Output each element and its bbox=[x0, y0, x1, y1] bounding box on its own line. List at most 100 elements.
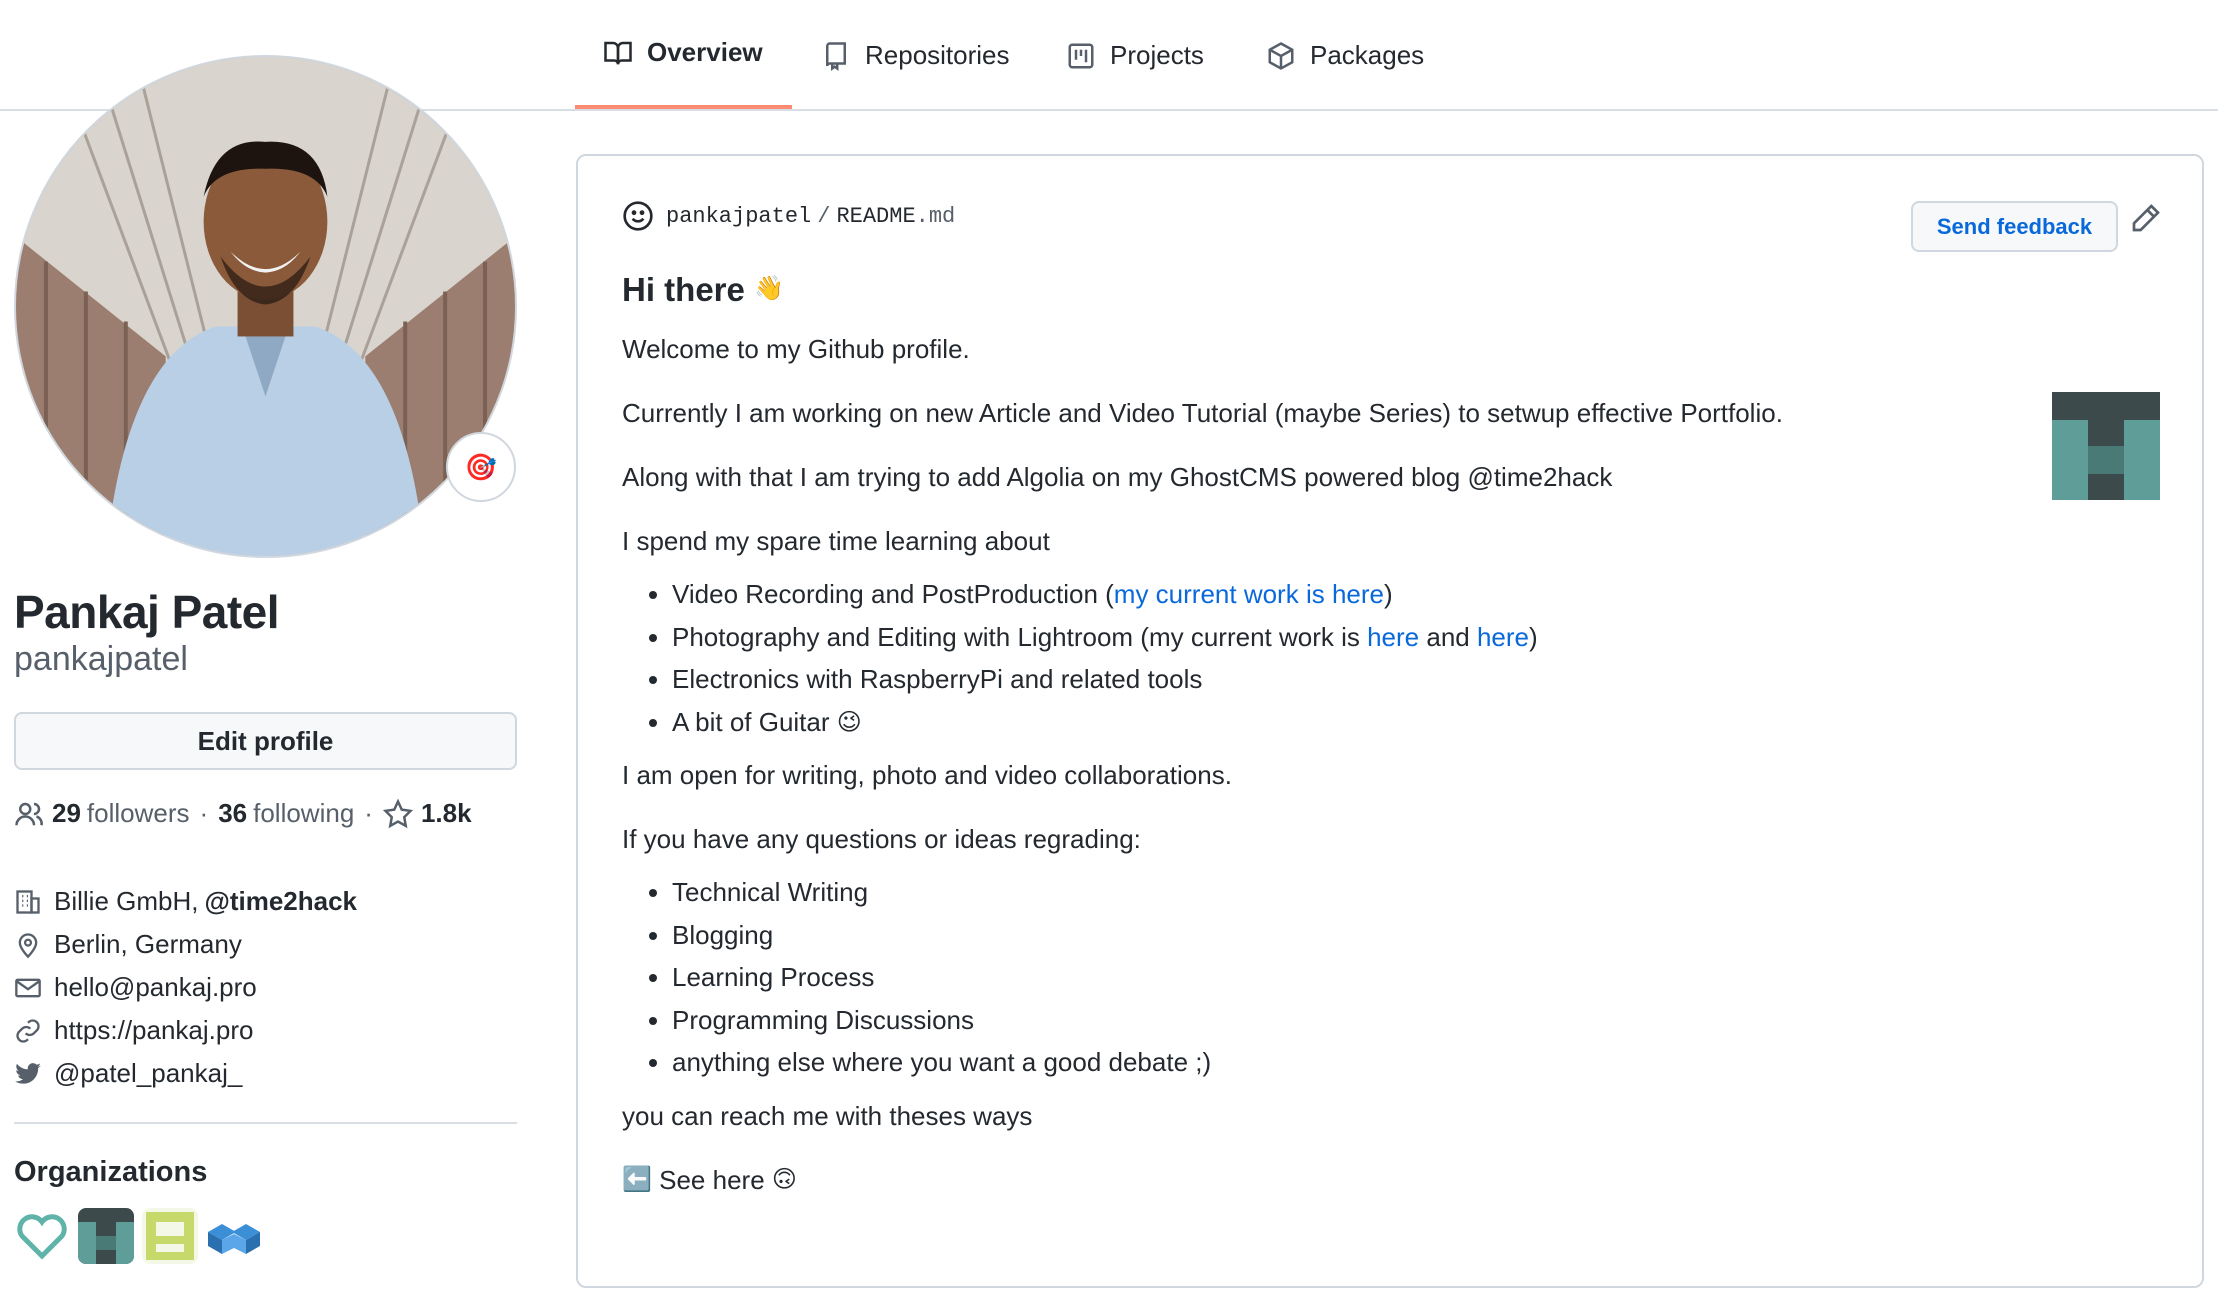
profile-username: pankajpatel bbox=[14, 640, 188, 678]
back-arrow-emoji-icon: ⬅️ bbox=[622, 1165, 652, 1193]
edit-profile-button[interactable]: Edit profile bbox=[14, 712, 517, 770]
see-here-text: See here bbox=[659, 1164, 765, 1195]
readme-file-ext: .md bbox=[915, 203, 956, 229]
list-item: Blogging bbox=[672, 914, 2042, 957]
profile-twitter: @patel_pankaj_ bbox=[14, 1052, 357, 1095]
profile-full-name: Pankaj Patel bbox=[14, 586, 280, 638]
time2hack-org-logo[interactable] bbox=[78, 1208, 134, 1264]
profile-website: https://pankaj.pro bbox=[14, 1009, 357, 1052]
following-label: following bbox=[253, 798, 355, 828]
readme-paragraph: If you have any questions or ideas regra… bbox=[622, 824, 1141, 854]
tab-repositories[interactable]: Repositories bbox=[793, 0, 1038, 111]
company-handle-link[interactable]: @time2hack bbox=[204, 886, 357, 917]
readme-paragraph: I spend my spare time learning about bbox=[622, 526, 1050, 556]
organizations-list bbox=[14, 1208, 262, 1264]
tab-overview[interactable]: Overview bbox=[575, 0, 792, 109]
location-icon bbox=[18, 932, 38, 958]
separator-dot: · bbox=[199, 798, 209, 828]
star-icon bbox=[382, 798, 413, 828]
following-count: 36 bbox=[218, 798, 248, 828]
tab-projects-label: Projects bbox=[1110, 40, 1204, 70]
company-name: Billie GmbH, bbox=[54, 886, 199, 916]
avatar-photo bbox=[16, 57, 515, 556]
list-item: Programming Discussions bbox=[672, 999, 2042, 1042]
readme-see-here: ⬅️ See here 🙃 bbox=[622, 1148, 2042, 1212]
pixel-org-logo[interactable] bbox=[142, 1208, 198, 1264]
list-item: Video Recording and PostProduction (my c… bbox=[672, 573, 2042, 616]
upside-down-emoji-icon: 🙃 bbox=[771, 1165, 797, 1193]
package-icon bbox=[1268, 41, 1294, 70]
profile-avatar[interactable] bbox=[14, 55, 517, 558]
tab-packages[interactable]: Packages bbox=[1238, 0, 1452, 111]
list-item: anything else where you want a good deba… bbox=[672, 1041, 2042, 1084]
people-icon bbox=[15, 802, 43, 826]
tab-projects[interactable]: Projects bbox=[1038, 0, 1232, 111]
twitter-link[interactable]: @patel_pankaj_ bbox=[54, 1058, 242, 1089]
wink-emoji-icon: 😉 bbox=[836, 709, 862, 737]
list-item-text: Video Recording and PostProduction ( bbox=[672, 579, 1114, 609]
learning-list: Video Recording and PostProduction (my c… bbox=[622, 573, 2042, 743]
location-text: Berlin, Germany bbox=[54, 929, 242, 959]
edit-readme-button[interactable] bbox=[2130, 202, 2166, 238]
readme-owner-link[interactable]: pankajpatel bbox=[666, 204, 811, 229]
twitter-icon bbox=[15, 1062, 41, 1084]
smiley-icon bbox=[623, 201, 653, 231]
readme-content: Hi there 👋 Welcome to my Github profile.… bbox=[622, 261, 2042, 1212]
list-item: Photography and Editing with Lightroom (… bbox=[672, 616, 2042, 659]
profile-details: Billie GmbH, @time2hack Berlin, Germany … bbox=[14, 880, 357, 1095]
profile-company: Billie GmbH, @time2hack bbox=[14, 880, 357, 923]
profile-page: Overview Repositories Projects Packages bbox=[0, 0, 2218, 1300]
photo-work-link-1[interactable]: here bbox=[1367, 622, 1419, 652]
organization-icon bbox=[16, 889, 40, 914]
readme-heading: Hi there 👋 bbox=[622, 261, 2042, 317]
readme-file-name: README bbox=[836, 203, 916, 229]
list-item: Learning Process bbox=[672, 956, 2042, 999]
website-link[interactable]: https://pankaj.pro bbox=[54, 1015, 253, 1046]
topics-list: Technical Writing Blogging Learning Proc… bbox=[622, 871, 2042, 1084]
profile-email: hello@pankaj.pro bbox=[14, 966, 357, 1009]
target-emoji-icon: 🎯 bbox=[464, 451, 498, 482]
follow-stats: 29 followers · 36 following · 1.8k bbox=[14, 798, 478, 829]
profile-readme: pankajpatel / README .md Send feedback Hi… bbox=[576, 154, 2204, 1288]
tab-repositories-label: Repositories bbox=[865, 40, 1010, 70]
cube-logo-icon bbox=[206, 1208, 262, 1264]
list-item: Electronics with RaspberryPi and related… bbox=[672, 658, 2042, 701]
separator-dot: · bbox=[364, 798, 373, 828]
time2hack-logo-icon bbox=[2052, 392, 2160, 500]
repo-icon bbox=[826, 41, 846, 71]
wave-emoji-icon: 👋 bbox=[754, 275, 784, 302]
send-feedback-button[interactable]: Send feedback bbox=[1911, 201, 2118, 252]
list-item-text: ) bbox=[1529, 621, 1538, 652]
tab-packages-label: Packages bbox=[1310, 40, 1425, 70]
readme-paragraph: Along with that I am trying to add Algol… bbox=[622, 462, 1613, 492]
link-icon bbox=[16, 1018, 40, 1043]
following-link[interactable]: 36 following bbox=[218, 798, 354, 829]
readme-paragraph: I am open for writing, photo and video c… bbox=[622, 760, 1232, 790]
status-badge[interactable]: 🎯 bbox=[446, 432, 516, 502]
time2hack-logo-icon bbox=[78, 1208, 134, 1264]
time2hack-blog-logo[interactable] bbox=[2052, 392, 2160, 500]
profile-location: Berlin, Germany bbox=[14, 923, 357, 966]
followers-label: followers bbox=[86, 798, 190, 828]
tab-overview-label: Overview bbox=[647, 37, 763, 67]
heart-org-logo[interactable] bbox=[14, 1208, 70, 1264]
stars-link[interactable]: 1.8k bbox=[382, 798, 478, 829]
list-item-text: ) bbox=[1383, 579, 1393, 609]
email-link[interactable]: hello@pankaj.pro bbox=[54, 972, 257, 1003]
path-separator: / bbox=[817, 203, 831, 229]
heading-text: Hi there bbox=[622, 270, 745, 308]
organizations-heading: Organizations bbox=[14, 1156, 208, 1188]
followers-count: 29 bbox=[52, 798, 81, 828]
photo-work-link-2[interactable]: here bbox=[1477, 622, 1529, 652]
pixel-logo-icon bbox=[142, 1208, 198, 1264]
list-item-text: A bit of Guitar bbox=[672, 706, 830, 737]
list-item-text: and bbox=[1419, 621, 1477, 652]
cube-org-logo[interactable] bbox=[206, 1208, 262, 1264]
book-icon bbox=[604, 41, 632, 64]
heart-icon bbox=[14, 1208, 70, 1264]
followers-link[interactable]: 29 followers bbox=[14, 798, 190, 829]
stars-count: 1.8k bbox=[420, 798, 472, 828]
current-work-link[interactable]: my current work is here bbox=[1114, 579, 1384, 609]
project-icon bbox=[1068, 43, 1094, 68]
readme-header: pankajpatel / README .md bbox=[622, 200, 955, 232]
